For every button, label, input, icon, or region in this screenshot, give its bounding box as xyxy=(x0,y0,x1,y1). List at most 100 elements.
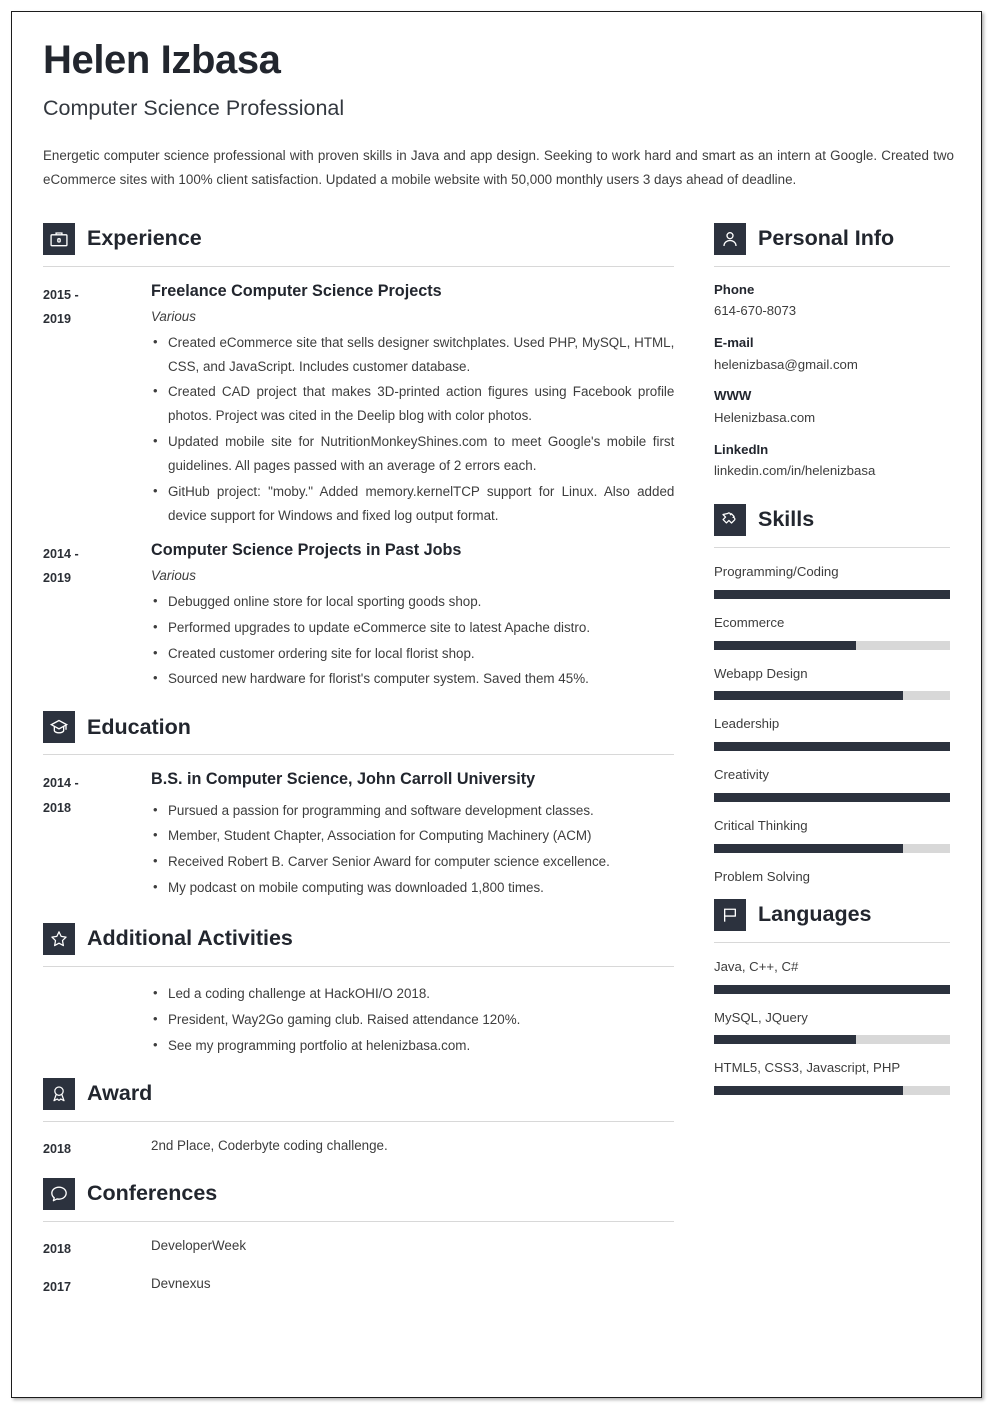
list-item: Debugged online store for local sporting… xyxy=(151,589,674,614)
entry-subtitle: Various xyxy=(151,308,196,324)
list-item: Sourced new hardware for florist's compu… xyxy=(151,666,674,691)
info-field: Phone 614-670-8073 xyxy=(714,282,950,320)
section-title: Languages xyxy=(758,902,872,927)
entry-title: Computer Science Projects in Past Jobs xyxy=(151,540,462,559)
section-header-skills: Skills xyxy=(714,503,950,536)
list-item: Performed upgrades to update eCommerce s… xyxy=(151,615,674,640)
entry-date: 2018 xyxy=(43,1235,151,1262)
medal-icon xyxy=(43,1077,75,1110)
info-value-email[interactable]: helenizbasa@gmail.com xyxy=(714,357,950,374)
date-start: 2014 - xyxy=(43,776,79,791)
language-item: Java, C++, C# xyxy=(714,959,950,994)
list-item: Updated mobile site for NutritionMonkeyS… xyxy=(151,429,674,478)
entry-title: Freelance Computer Science Projects xyxy=(151,281,442,300)
list-item: See my programming portfolio at helenizb… xyxy=(151,1033,674,1058)
skill-item: Problem Solving xyxy=(714,869,950,885)
section-title: Personal Info xyxy=(758,225,895,250)
info-label: E-mail xyxy=(714,334,754,350)
list-item: Pursued a passion for programming and so… xyxy=(151,798,674,823)
section-divider xyxy=(43,966,675,968)
section-title: Conferences xyxy=(87,1181,218,1206)
skill-bar-track xyxy=(714,589,950,599)
date-start: 2014 - xyxy=(43,546,79,561)
graduation-cap-icon xyxy=(43,711,75,744)
skill-bar-track xyxy=(714,742,950,752)
skill-bar-fill xyxy=(714,793,950,803)
language-bar-fill xyxy=(714,1086,903,1096)
skill-item: Leadership xyxy=(714,716,950,752)
list-item: GitHub project: "moby." Added memory.ker… xyxy=(151,479,674,528)
date-value: 2018 xyxy=(43,1141,72,1156)
section-title: Additional Activities xyxy=(87,926,293,951)
info-field: WWW Helenizbasa.com xyxy=(714,388,950,426)
list-item: Received Robert B. Carver Senior Award f… xyxy=(151,849,674,874)
skill-item: Critical Thinking xyxy=(714,818,950,853)
skill-bar-fill xyxy=(714,843,903,853)
section-title: Education xyxy=(87,714,191,739)
date-start: 2015 - xyxy=(43,287,79,302)
info-label: Phone xyxy=(714,281,755,297)
skill-bar-track xyxy=(714,843,950,853)
section-skills: Skills Programming/Coding Ecommerce Weba… xyxy=(714,503,950,885)
info-value-linkedin[interactable]: linkedin.com/in/helenizbasa xyxy=(714,463,950,480)
entry-date: 2015 - 2019 xyxy=(43,281,151,528)
skill-bar-fill xyxy=(714,691,903,701)
date-end: 2019 xyxy=(43,312,72,327)
right-column: Personal Info Phone 614-670-8073 E-mail … xyxy=(714,209,950,1300)
list-item: Created customer ordering site for local… xyxy=(151,641,674,666)
skill-label: Problem Solving xyxy=(714,868,811,884)
date-end: 2019 xyxy=(43,571,72,586)
skill-bar-fill xyxy=(714,640,856,650)
info-value-website[interactable]: Helenizbasa.com xyxy=(714,410,950,427)
entry-date: 2014 - 2018 xyxy=(43,769,151,900)
section-divider xyxy=(43,1120,675,1122)
entry-text: Devnexus xyxy=(151,1275,211,1291)
skill-label: Creativity xyxy=(714,767,769,783)
language-bar-track xyxy=(714,984,950,994)
skill-label: Leadership xyxy=(714,716,780,732)
section-divider xyxy=(43,1221,675,1223)
language-label: Java, C++, C# xyxy=(714,958,799,974)
section-divider xyxy=(43,754,675,756)
section-additional-activities: Additional Activities Led a coding chall… xyxy=(43,923,675,1058)
entry-text: DeveloperWeek xyxy=(151,1238,247,1254)
section-languages: Languages Java, C++, C# MySQL, JQuery HT… xyxy=(714,898,950,1096)
skill-label: Ecommerce xyxy=(714,614,785,630)
section-header-languages: Languages xyxy=(714,898,950,931)
section-experience: Experience 2015 - 2019 Freelance Compute… xyxy=(43,222,675,692)
skill-item: Ecommerce xyxy=(714,615,950,650)
list-item: Created eCommerce site that sells design… xyxy=(151,330,674,379)
section-conferences: Conferences 2018 DeveloperWeek 2017 Devn… xyxy=(43,1178,675,1299)
info-field: LinkedIn linkedin.com/in/helenizbasa xyxy=(714,442,950,480)
briefcase-icon xyxy=(43,222,75,255)
list-item: President, Way2Go gaming club. Raised at… xyxy=(151,1007,674,1032)
list-item: Led a coding challenge at HackOHI/O 2018… xyxy=(151,981,674,1006)
info-label: WWW xyxy=(714,388,752,404)
person-icon xyxy=(714,222,746,255)
star-icon xyxy=(43,923,75,956)
date-value: 2018 xyxy=(43,1242,72,1257)
experience-entry: 2014 - 2019 Computer Science Projects in… xyxy=(43,540,674,692)
professional-summary: Energetic computer science professional … xyxy=(43,147,954,187)
section-header-award: Award xyxy=(43,1077,674,1110)
language-label: HTML5, CSS3, Javascript, PHP xyxy=(714,1060,901,1076)
entry-date: 2014 - 2019 xyxy=(43,540,151,692)
entry-title: B.S. in Computer Science, John Carroll U… xyxy=(151,770,536,789)
section-divider xyxy=(714,265,950,267)
section-personal-info: Personal Info Phone 614-670-8073 E-mail … xyxy=(714,222,950,480)
skill-item: Creativity xyxy=(714,767,950,803)
flag-icon xyxy=(714,898,746,931)
section-header-additional-activities: Additional Activities xyxy=(43,923,674,956)
list-item: Member, Student Chapter, Association for… xyxy=(151,823,674,848)
bullet-list: Created eCommerce site that sells design… xyxy=(151,330,674,528)
language-label: MySQL, JQuery xyxy=(714,1009,808,1025)
job-title: Computer Science Professional xyxy=(43,96,345,120)
list-item: Created CAD project that makes 3D-printe… xyxy=(151,379,674,428)
language-bar-track xyxy=(714,1035,950,1045)
left-column: Experience 2015 - 2019 Freelance Compute… xyxy=(43,209,675,1300)
resume-header: Helen Izbasa Computer Science Profession… xyxy=(43,39,954,192)
bullet-list: Debugged online store for local sporting… xyxy=(151,589,674,691)
section-header-conferences: Conferences xyxy=(43,1178,674,1211)
section-title: Skills xyxy=(758,507,815,532)
section-header-personal-info: Personal Info xyxy=(714,222,950,255)
